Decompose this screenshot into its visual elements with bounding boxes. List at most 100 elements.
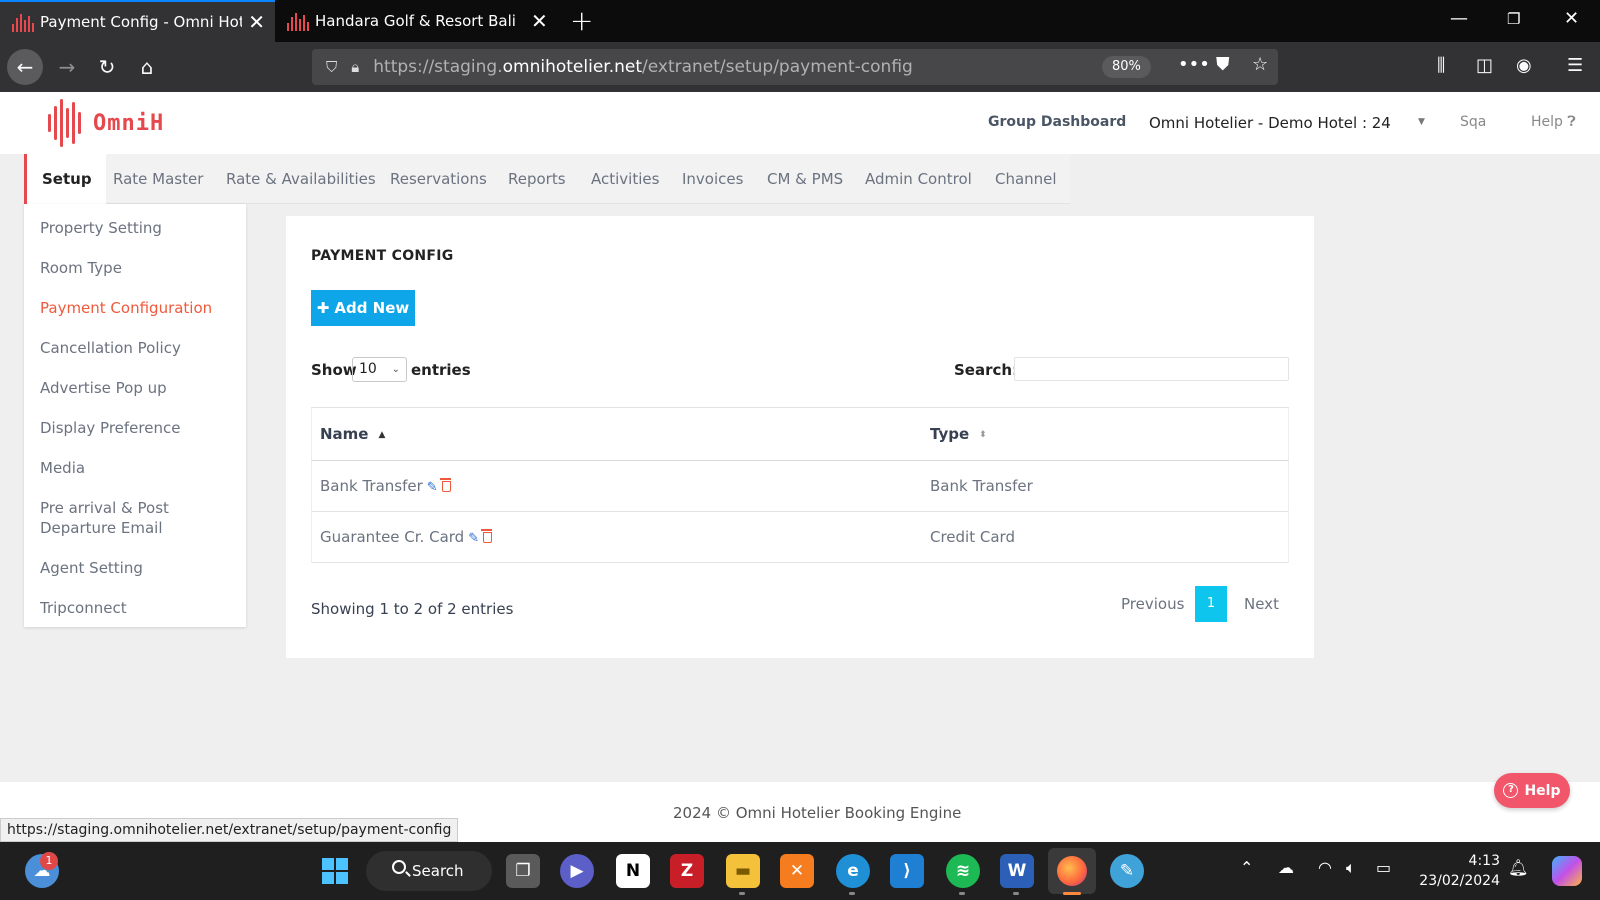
nav-invoices[interactable]: Invoices xyxy=(682,154,743,204)
copilot-icon[interactable] xyxy=(1552,856,1582,886)
omnih-favicon-icon xyxy=(287,11,309,31)
notification-bell-icon[interactable]: 🔔︎ xyxy=(1508,858,1528,877)
sidebar-item-media[interactable]: Media xyxy=(40,458,240,478)
nav-reservations[interactable]: Reservations xyxy=(390,154,487,204)
sidebar-item-pre-arrival-email[interactable]: Pre arrival & Post Departure Email xyxy=(40,498,240,538)
restore-icon[interactable]: ❐ xyxy=(1507,10,1520,28)
nav-activities[interactable]: Activities xyxy=(591,154,659,204)
sidebar-icon[interactable]: ◫ xyxy=(1476,55,1493,76)
chevron-down-icon[interactable]: ▼ xyxy=(1418,117,1425,127)
omnih-logo[interactable]: OmniH xyxy=(48,98,164,148)
entries-label: entries xyxy=(411,361,471,379)
sidebar-item-room-type[interactable]: Room Type xyxy=(40,258,240,278)
taskbar-search[interactable]: Search xyxy=(366,851,492,891)
sidebar-item-property-setting[interactable]: Property Setting xyxy=(40,218,240,238)
column-header-type[interactable]: Type ⬍ xyxy=(930,408,987,462)
notion-icon[interactable]: N xyxy=(616,854,650,888)
volume-icon[interactable]: 🔈︎ xyxy=(1346,858,1356,878)
bookmark-star-icon[interactable]: ☆ xyxy=(1252,54,1268,75)
meet-chat-icon[interactable]: ▶ xyxy=(560,854,594,888)
lock-icon[interactable]: 🔒︎ xyxy=(351,58,359,76)
sidebar-item-display-preference[interactable]: Display Preference xyxy=(40,418,240,438)
close-window-icon[interactable]: ✕ xyxy=(1564,8,1579,29)
shield-icon[interactable]: ⛉ xyxy=(326,58,337,76)
nav-channel[interactable]: Channel xyxy=(995,154,1057,204)
row-type-cell: Credit Card xyxy=(930,528,1015,546)
help-link[interactable]: Help ❓︎ xyxy=(1531,114,1576,130)
running-indicator xyxy=(849,892,855,895)
battery-icon[interactable]: ▭ xyxy=(1376,858,1391,877)
floating-help-button[interactable]: ? Help xyxy=(1494,773,1570,808)
sidebar-item-advertise-pop-up[interactable]: Advertise Pop up xyxy=(40,378,240,398)
url-text[interactable]: https://staging.omnihotelier.net/extrane… xyxy=(373,57,913,77)
add-new-button[interactable]: ✚ Add New xyxy=(311,290,415,326)
sidebar-item-payment-configuration[interactable]: Payment Configuration xyxy=(40,298,240,318)
sidebar-item-agent-setting[interactable]: Agent Setting xyxy=(40,558,240,578)
search-input[interactable] xyxy=(1014,357,1289,381)
delete-trash-icon[interactable] xyxy=(439,478,451,492)
edit-pencil-icon[interactable]: ✎ xyxy=(468,531,479,546)
nav-cm-pms[interactable]: CM & PMS xyxy=(767,154,843,204)
column-header-name[interactable]: Name ▲ xyxy=(320,408,385,462)
pocket-icon[interactable]: ⛊ xyxy=(1216,54,1230,75)
table-header-row: Name ▲ Type ⬍ xyxy=(311,408,1289,461)
taskbar-clock[interactable]: 4:13 23/02/2024 xyxy=(1416,851,1500,891)
edge-icon[interactable]: e xyxy=(836,854,870,888)
plus-icon: ✚ xyxy=(316,299,330,317)
nav-setup[interactable]: Setup xyxy=(24,154,106,204)
nav-reports[interactable]: Reports xyxy=(508,154,566,204)
close-tab-icon[interactable]: ✕ xyxy=(531,9,548,33)
zotero-icon[interactable]: Z xyxy=(670,854,704,888)
task-view-icon[interactable]: ❐ xyxy=(506,854,540,888)
nav-rate-availabilities[interactable]: Rate & Availabilities xyxy=(226,154,376,204)
vscode-icon[interactable]: ⟩ xyxy=(890,854,924,888)
word-icon[interactable]: W xyxy=(1000,854,1034,888)
question-circle-icon: ? xyxy=(1503,783,1519,798)
user-menu[interactable]: Sqa xyxy=(1460,114,1486,130)
back-button[interactable]: ← xyxy=(7,49,43,85)
sidebar-item-tripconnect[interactable]: Tripconnect xyxy=(40,598,240,618)
firefox-icon[interactable] xyxy=(1048,848,1096,894)
menu-icon[interactable]: ☰ xyxy=(1567,55,1583,76)
running-indicator xyxy=(1063,892,1081,895)
delete-trash-icon[interactable] xyxy=(481,529,493,543)
sort-asc-icon: ▲ xyxy=(378,430,386,440)
library-icon[interactable]: ⫼ xyxy=(1437,55,1445,76)
hotel-selector[interactable]: Omni Hotelier - Demo Hotel : 24 xyxy=(1149,114,1391,132)
minimize-icon[interactable]: — xyxy=(1450,8,1468,29)
group-dashboard-link[interactable]: Group Dashboard xyxy=(988,114,1126,130)
running-indicator xyxy=(959,892,965,895)
browser-tab-active[interactable]: Payment Config - Omni Hotelier ✕ xyxy=(0,0,275,42)
pagination-page-1[interactable]: 1 xyxy=(1195,586,1227,622)
nav-admin-control[interactable]: Admin Control xyxy=(865,154,972,204)
browser-tab[interactable]: Handara Golf & Resort Bali ✕ xyxy=(275,0,560,42)
home-button[interactable]: ⌂ xyxy=(130,50,164,84)
forward-button[interactable]: → xyxy=(50,50,84,84)
zoom-level-badge[interactable]: 80% xyxy=(1102,56,1151,78)
url-bar[interactable]: ⛉ 🔒︎ https://staging.omnihotelier.net/ex… xyxy=(312,49,1278,85)
chevron-up-icon[interactable]: ⌃ xyxy=(1240,858,1253,877)
table-info: Showing 1 to 2 of 2 entries xyxy=(311,600,514,618)
page-actions-icon[interactable]: ••• xyxy=(1178,54,1210,75)
account-icon[interactable]: ◉ xyxy=(1516,55,1532,76)
entries-per-page-select[interactable]: 10 ⌄ xyxy=(352,357,407,382)
pagination-next[interactable]: Next xyxy=(1244,586,1279,622)
new-tab-button[interactable]: + xyxy=(570,4,593,37)
nav-rate-master[interactable]: Rate Master xyxy=(113,154,203,204)
spotify-icon[interactable]: ≋ xyxy=(946,854,980,888)
edit-pencil-icon[interactable]: ✎ xyxy=(427,480,438,495)
paint-icon[interactable]: ✎ xyxy=(1110,854,1144,888)
question-circle-icon: ❓︎ xyxy=(1567,114,1576,130)
pagination-previous[interactable]: Previous xyxy=(1121,586,1184,622)
sidebar-item-cancellation-policy[interactable]: Cancellation Policy xyxy=(40,338,240,358)
onedrive-cloud-icon[interactable]: ☁ xyxy=(1278,858,1294,877)
browser-navbar: ← → ↻ ⌂ ⛉ 🔒︎ https://staging.omnihotelie… xyxy=(0,42,1600,92)
close-tab-icon[interactable]: ✕ xyxy=(248,10,265,34)
file-explorer-icon[interactable]: ▬ xyxy=(726,854,760,888)
sort-both-icon: ⬍ xyxy=(979,430,987,440)
xampp-icon[interactable]: ✕ xyxy=(780,854,814,888)
site-header: OmniH Group Dashboard Omni Hotelier - De… xyxy=(0,92,1600,154)
wifi-icon[interactable]: ◠ xyxy=(1318,858,1332,877)
reload-button[interactable]: ↻ xyxy=(90,50,124,84)
windows-start-icon[interactable] xyxy=(318,854,352,888)
